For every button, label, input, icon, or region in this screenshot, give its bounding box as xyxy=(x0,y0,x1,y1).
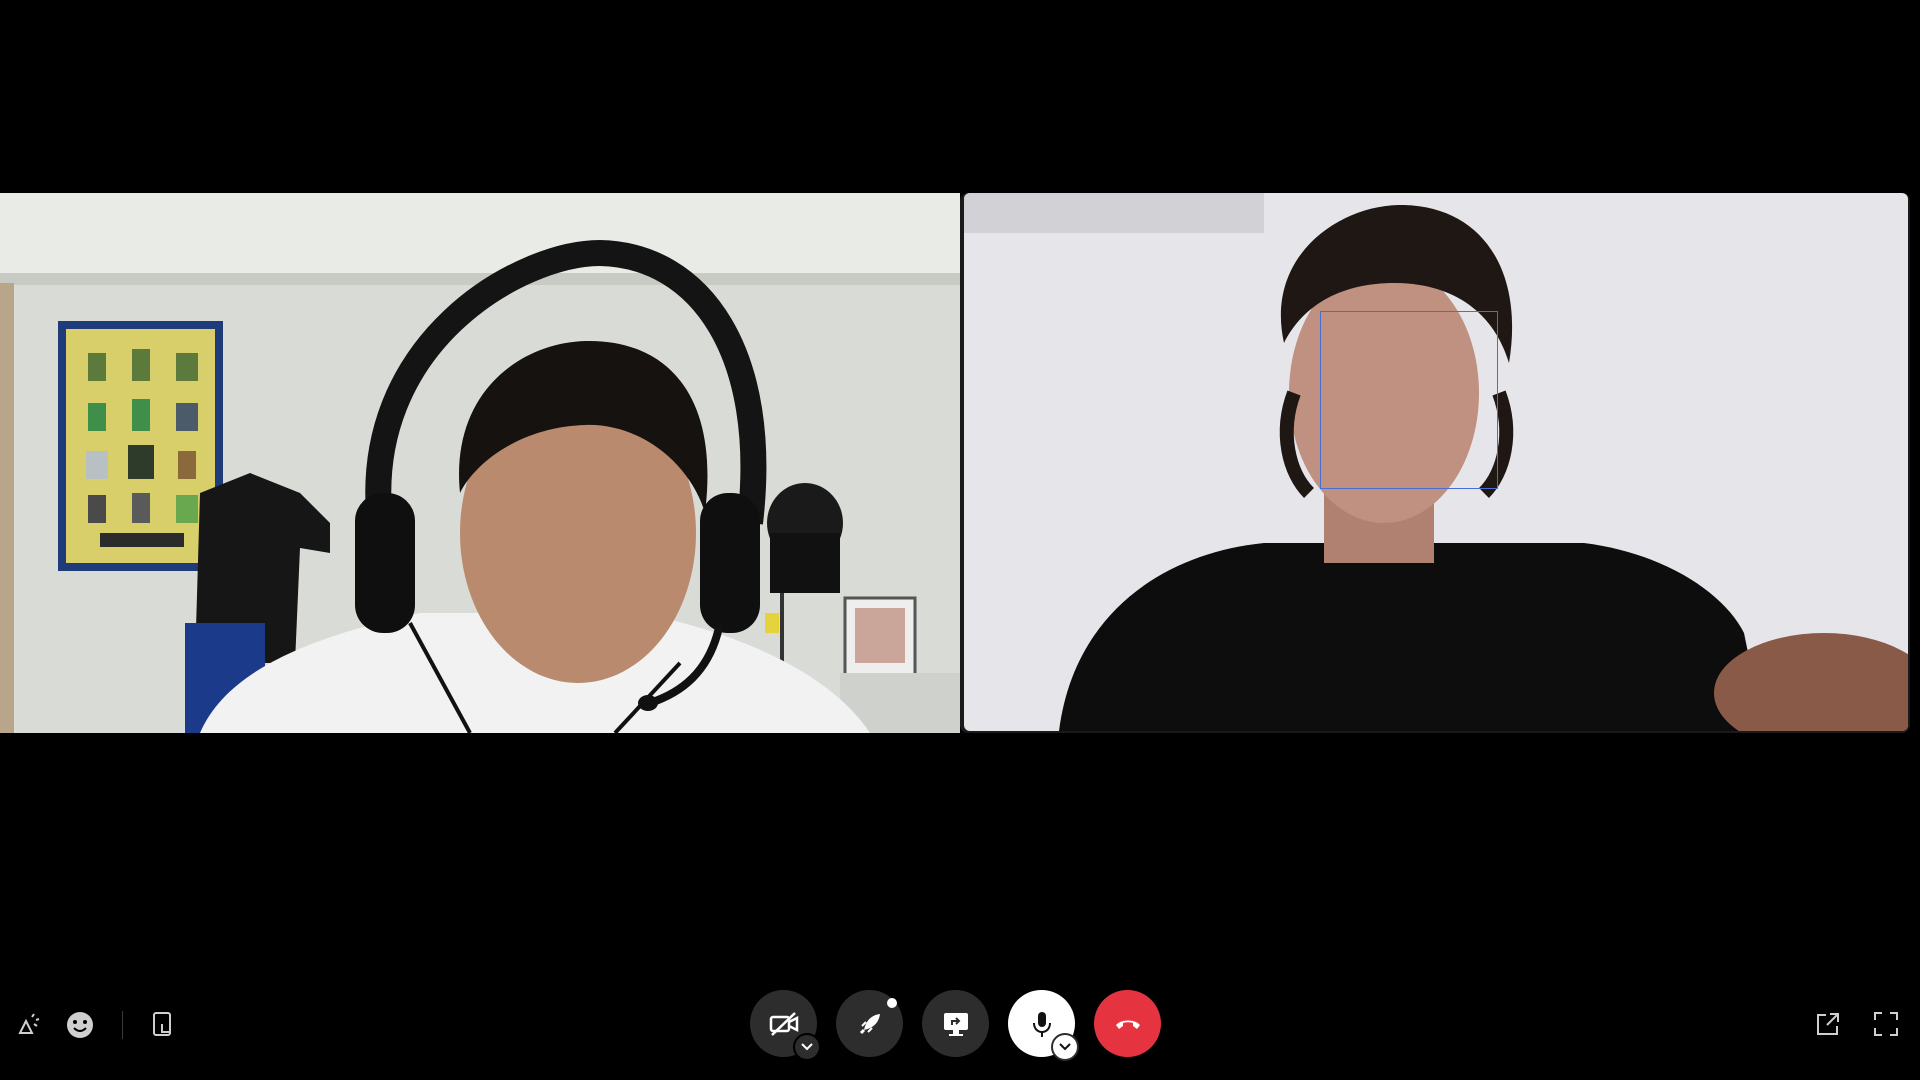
phone-hangup-icon xyxy=(1115,1020,1140,1029)
share-screen-icon xyxy=(943,1012,968,1036)
microphone-icon xyxy=(1032,1011,1051,1037)
call-controls xyxy=(750,990,1161,1061)
face-detection-box xyxy=(1320,311,1498,489)
microphone-options-caret[interactable] xyxy=(1051,1033,1079,1061)
chevron-down-icon xyxy=(1059,1043,1071,1051)
toolbar-divider xyxy=(122,1011,123,1039)
pop-out-icon[interactable] xyxy=(1808,1004,1848,1044)
rocket-icon xyxy=(859,1013,880,1034)
video-feed-left xyxy=(0,193,960,733)
rocket-button[interactable] xyxy=(836,990,903,1057)
camera-off-icon xyxy=(769,1011,798,1036)
reactions-icon[interactable] xyxy=(8,1005,48,1045)
participant-video-right[interactable] xyxy=(964,193,1908,731)
toolbar-left xyxy=(0,1000,183,1050)
participant-video-left[interactable] xyxy=(0,193,960,733)
notification-dot xyxy=(887,998,897,1008)
microphone-button[interactable] xyxy=(1008,990,1079,1061)
poster xyxy=(58,321,223,571)
camera-options-caret[interactable] xyxy=(793,1033,821,1061)
camera-off-button[interactable] xyxy=(750,990,821,1061)
toolbar-right xyxy=(1808,1004,1906,1044)
hand-raise-icon[interactable] xyxy=(143,1005,183,1045)
share-screen-button[interactable] xyxy=(922,990,989,1057)
chevron-down-icon xyxy=(801,1043,813,1051)
hang-up-button[interactable] xyxy=(1094,990,1161,1057)
emoji-icon[interactable] xyxy=(60,1005,100,1045)
fullscreen-icon[interactable] xyxy=(1866,1004,1906,1044)
